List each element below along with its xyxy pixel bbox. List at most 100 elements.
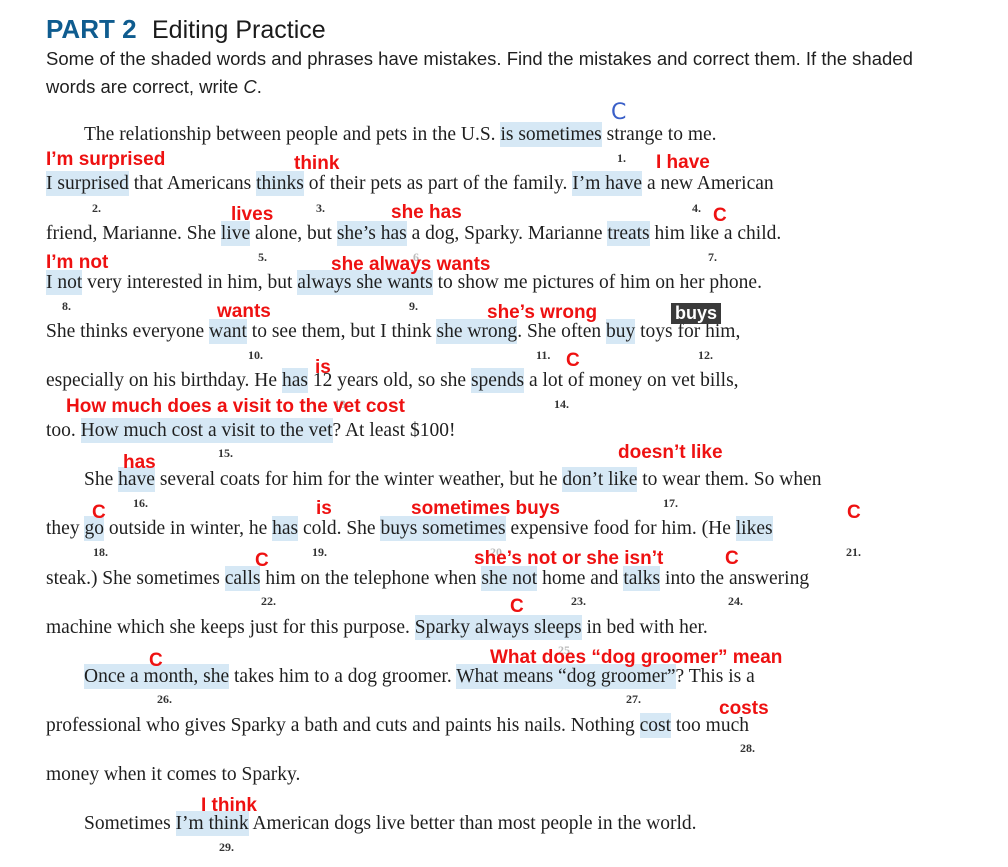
correction-15: How much does a visit to the vet cost [66, 396, 405, 417]
text: in bed with her. [581, 617, 708, 638]
correction-3: think [294, 153, 340, 174]
correction-19: is [316, 498, 332, 519]
text: they [46, 518, 85, 539]
item-number: 15. [218, 446, 233, 460]
item-number: 10. [248, 348, 263, 362]
item-number: 12. [698, 348, 713, 362]
shaded-phrase-28: cost [639, 713, 672, 738]
text: that Americans [128, 173, 257, 194]
correction-25: C [510, 596, 524, 617]
correction-4: I have [656, 152, 710, 173]
item-number: 19. [312, 545, 327, 559]
shaded-phrase-4: I’m have [572, 171, 643, 196]
passage-line-1: The relationship between people and pets… [84, 122, 717, 147]
text: strange to me. [601, 124, 717, 145]
correction-6: she has [391, 202, 462, 223]
item-number: 11. [536, 348, 551, 362]
text: a dog, Sparky. Marianne [406, 223, 608, 244]
text: machine which she keeps just for this pu… [46, 617, 415, 638]
correction-11: she’s wrong [487, 302, 598, 323]
text: him on the telephone when [260, 568, 482, 589]
shaded-phrase-1: is sometimes [500, 122, 602, 147]
shaded-phrase-17: don’t like [562, 467, 638, 492]
passage-line-6: especially on his birthday. He has 12 ye… [46, 368, 739, 393]
text: takes him to a dog groomer. [229, 666, 457, 687]
correction-12: buys [671, 303, 722, 324]
instructions-text: words are correct, write [46, 76, 244, 97]
passage-line-5: She thinks everyone want to see them, bu… [46, 319, 741, 344]
correction-28: costs [719, 698, 769, 719]
correction-13: is [315, 357, 331, 378]
text: professional who gives Sparky a bath and… [46, 715, 640, 736]
correction-2: I’m surprised [46, 149, 166, 170]
correction-10: wants [217, 301, 271, 322]
shaded-phrase-13: has [281, 368, 308, 393]
section-title: Editing Practice [152, 16, 326, 44]
correction-8: I’m not [46, 252, 109, 273]
item-number: 28. [740, 741, 755, 755]
text: She thinks everyone [46, 321, 210, 342]
passage-line-2: I surprised that Americans thinks of the… [46, 171, 774, 196]
item-number: 14. [554, 397, 569, 411]
instructions-end: . [256, 76, 262, 97]
passage-line-10: steak.) She sometimes calls him on the t… [46, 566, 810, 591]
shaded-phrase-7: treats [607, 221, 650, 246]
correction-1: C [611, 100, 627, 125]
item-number: 18. [93, 545, 108, 559]
item-number: 9. [409, 299, 418, 313]
item-number: 26. [157, 692, 172, 706]
shaded-phrase-12: buy [606, 319, 636, 344]
item-number: 29. [219, 840, 234, 854]
item-number: 1. [617, 151, 626, 165]
text: The relationship between people and pets… [84, 124, 501, 145]
correction-27: What does “dog groomer” mean [490, 647, 783, 668]
text: of their pets as part of the family. [303, 173, 573, 194]
item-number: 27. [626, 692, 641, 706]
text: a new American [642, 173, 774, 194]
text: friend, Marianne. She [46, 223, 221, 244]
shaded-phrase-19: has [272, 516, 299, 541]
correction-9: she always wants [331, 254, 491, 275]
item-number: 3. [316, 201, 325, 215]
text: She [84, 469, 119, 490]
text: Sometimes [84, 813, 176, 834]
correction-24: C [725, 548, 739, 569]
passage-line-3: friend, Marianne. She live alone, but sh… [46, 221, 781, 246]
item-number: 22. [261, 594, 276, 608]
correction-5: lives [231, 204, 274, 225]
instructions-line-1: Some of the shaded words and phrases hav… [46, 48, 913, 69]
item-number: 17. [663, 496, 678, 510]
correction-21: C [847, 502, 861, 523]
text: ? This is a [675, 666, 755, 687]
shaded-phrase-15: How much cost a visit to the vet [80, 418, 333, 443]
correction-17: doesn’t like [618, 442, 723, 463]
text: 12 years old, so she [307, 370, 471, 391]
instructions-c: C [243, 76, 257, 97]
passage-line-11: machine which she keeps just for this pu… [46, 615, 708, 640]
correction-16: has [123, 452, 156, 473]
correction-14: C [566, 350, 580, 371]
passage-line-12: Once a month, she takes him to a dog gro… [84, 664, 755, 689]
item-number: 4. [692, 201, 701, 215]
text: cold. She [298, 518, 381, 539]
correction-20: sometimes buys [411, 498, 560, 519]
text: a lot of money on vet bills, [524, 370, 739, 391]
text: home and [537, 568, 624, 589]
item-number: 16. [133, 496, 148, 510]
part-label: PART 2 [46, 14, 137, 44]
text: . She often [517, 321, 607, 342]
instructions-line-2: words are correct, write C. [46, 76, 976, 98]
text: toys for him, [635, 321, 741, 342]
text: into the answering [660, 568, 810, 589]
item-number: 2. [92, 201, 101, 215]
item-number: 7. [708, 250, 717, 264]
text: American dogs live better than most peop… [248, 813, 697, 834]
correction-22: C [255, 550, 269, 571]
item-number: 8. [62, 299, 71, 313]
correction-26: C [149, 650, 163, 671]
text: ? At least $100! [332, 420, 456, 441]
item-number: 24. [728, 594, 743, 608]
text: too. [46, 420, 81, 441]
text: very interested in him, but [82, 272, 298, 293]
shaded-phrase-2: I surprised [46, 171, 129, 196]
